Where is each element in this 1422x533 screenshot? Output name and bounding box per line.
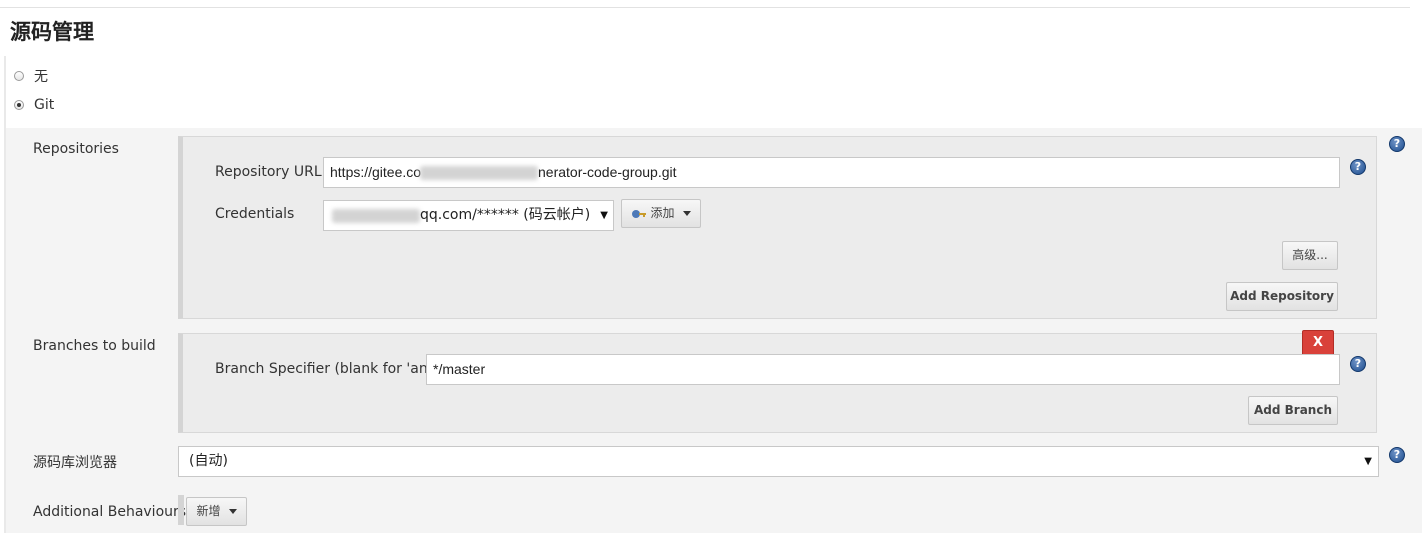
delete-branch-button[interactable]: X bbox=[1302, 330, 1334, 356]
repository-url-value-end: nerator-code-group.git bbox=[538, 164, 677, 180]
caret-down-icon bbox=[228, 509, 237, 514]
branch-specifier-help-icon[interactable]: ? bbox=[1350, 356, 1366, 372]
repo-browser-help-icon[interactable]: ? bbox=[1389, 447, 1405, 463]
add-repository-button[interactable]: Add Repository bbox=[1226, 282, 1338, 311]
repository-url-label: Repository URL bbox=[215, 164, 322, 180]
repo-browser-label: 源码库浏览器 bbox=[33, 455, 117, 471]
redacted-url-part bbox=[420, 166, 538, 180]
repository-url-value-start: https://gitee.co bbox=[330, 164, 422, 180]
repositories-help-icon[interactable]: ? bbox=[1389, 136, 1405, 152]
branch-specifier-value: */master bbox=[433, 361, 486, 377]
radio-git[interactable] bbox=[14, 100, 24, 110]
repo-browser-select[interactable]: (自动) ▼ bbox=[178, 446, 1379, 477]
credentials-select[interactable]: qq.com/****** (码云帐户) ▼ bbox=[323, 200, 614, 231]
credentials-label: Credentials bbox=[215, 206, 295, 222]
scm-option-git-label: Git bbox=[34, 97, 55, 113]
add-behaviour-label: 新增 bbox=[196, 504, 221, 518]
scm-option-none-label: 无 bbox=[34, 69, 48, 85]
scm-option-none[interactable]: 无 bbox=[14, 66, 48, 86]
repository-url-input[interactable]: https://gitee.co nerator-code-group.git bbox=[323, 157, 1340, 188]
advanced-button[interactable]: 高级... bbox=[1282, 241, 1338, 270]
additional-behaviours-label: Additional Behaviours bbox=[33, 504, 187, 520]
add-behaviour-button[interactable]: 新增 bbox=[186, 497, 247, 526]
key-icon bbox=[632, 209, 647, 218]
branch-specifier-input[interactable]: */master bbox=[426, 354, 1340, 385]
repo-browser-value: (自动) bbox=[189, 453, 228, 469]
section-title: 源码管理 bbox=[10, 20, 94, 44]
chevron-down-icon: ▼ bbox=[1364, 456, 1372, 467]
add-credentials-button[interactable]: 添加 bbox=[621, 199, 701, 228]
scm-option-git[interactable]: Git bbox=[14, 97, 54, 113]
additional-behaviours-strip bbox=[178, 495, 184, 525]
add-branch-button[interactable]: Add Branch bbox=[1248, 396, 1338, 425]
repository-url-help-icon[interactable]: ? bbox=[1350, 159, 1366, 175]
caret-down-icon bbox=[682, 211, 691, 216]
chevron-down-icon: ▼ bbox=[600, 210, 608, 221]
radio-none[interactable] bbox=[14, 71, 24, 81]
repositories-label: Repositories bbox=[33, 141, 119, 157]
add-credentials-label: 添加 bbox=[650, 206, 675, 220]
top-divider bbox=[0, 7, 1410, 8]
redacted-credential-part bbox=[332, 209, 420, 223]
branch-specifier-label: Branch Specifier (blank for 'any') bbox=[215, 361, 446, 377]
branches-label: Branches to build bbox=[33, 338, 156, 354]
credentials-value: qq.com/****** (码云帐户) bbox=[420, 207, 591, 223]
